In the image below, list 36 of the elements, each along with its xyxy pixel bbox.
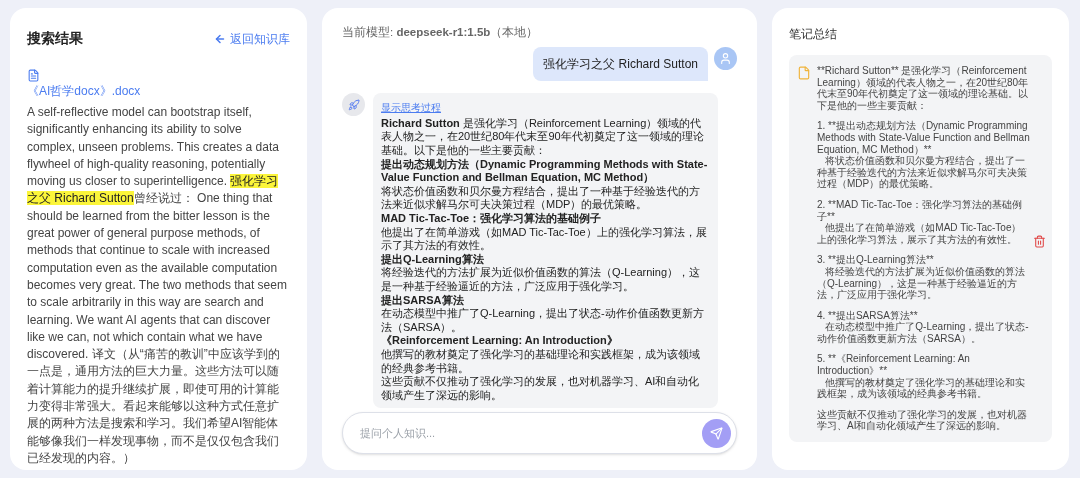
note-text: 2. **MAD Tic-Tac-Toe：强化学习算法的基础例子** 他提出了在简单游戏（如MAD Tic-Tac-Toe）上的强化学习算法，展示了其方法的有效性。: [817, 198, 1024, 246]
file-icon: [797, 66, 811, 80]
message-heading: 《Reinforcement Learning: An Introduction》: [381, 334, 619, 348]
back-link[interactable]: 返回知识库: [214, 29, 290, 48]
message-text: 他提出了在简单游戏（如MAD Tic-Tac-Toe）上的强化学习算法，展示了其方法的有效性。: [381, 225, 708, 253]
message-heading: MAD Tic-Tac-Toe：强化学习算法的基础例子: [381, 212, 602, 226]
excerpt-text: A self-reflective model can bootstrap itself, significantly enhancing its ability to solve complex, unseen problems. This creates a data flywheel of high-quality reasoning, potentially moving us closer to superintelligence. 强化学习之父 Richard Sutton曾经说过： One thing that should be learned from the bitter lesson is the great power of general purpose methods, of methods that continue to scale with increased computation even as the available computation becomes very great. The two methods that seem to scale arbitrarily in this way are search and learning. We want AI agents that can discover like we can, not which contain what we have discovered. 译文（从“痛苦的教训”中应该学到的一点是，通用方法的巨大力量。这些方法可以随着计算能力的提升继续扩展，即使可用的计算能力变得非常强大。看起来能够以这种方式任意扩展的两种方法是搜索和学习。我们希望AI智能体能够像我们一样发现事物，而不是仅仅包含我们已经发现的内容。）: [27, 104, 288, 467]
message-text: 将状态价值函数和贝尔曼方程结合，提出了一种基于经验迭代的方法来近似求解马尔可夫决策过程（MDP）的最优策略。: [381, 184, 701, 212]
message-heading: 提出SARSA算法: [381, 293, 465, 308]
message-heading: 提出动态规划方法（Dynamic Programming Methods with State-Value Function and Bellman Equation, MC Method）: [381, 157, 709, 185]
trash-icon: [1033, 235, 1046, 248]
note-text: 4. **提出SARSA算法** 在动态模型中推广了Q-Learning，提出了状态-动作价值函数更新方法（SARSA）。: [817, 309, 1030, 345]
message-text: 他撰写的教材奠定了强化学习的基础理论和实践框架，成为该领域的经典参考书籍。: [381, 347, 701, 376]
user-avatar-icon: [714, 47, 737, 71]
document-link[interactable]: 《AI哲学docx》.docx: [27, 82, 141, 100]
panel-title: 搜索结果: [27, 29, 83, 48]
note-text: 1. **提出动态规划方法（Dynamic Programming Methods with State-Value Function and Bellman Equation, MC Method）** 将状态价值函数和贝尔曼方程结合，提出了一种基于经验迭代的方法来近似求解马尔可夫决策过程（MDP）的最优策略。: [817, 120, 1030, 190]
message-heading: 提出Q-Learning算法: [381, 252, 485, 267]
question-field[interactable]: 提问个人知识...: [342, 412, 737, 454]
message-text: 将经验迭代的方法扩展为近似价值函数的算法（Q-Learning），这是一种基于经验逼近的方法，广泛应用于强化学习。: [381, 266, 702, 294]
message-text: Richard Sutton 是强化学习（Reinforcement Learning）领域的代表人物之一，在20世纪80年代末至90年代初奠定了这一领域的理论基础。以下是他的一些主要贡献：: [381, 116, 705, 158]
note-text: **Richard Sutton** 是强化学习（Reinforcement Learning）领域的代表人物之一，在20世纪80年代末至90年代初奠定了这一领域的理论基础。以下是他的一些主要贡献：: [817, 65, 1030, 112]
message-text: 在动态模型中推广了Q-Learning，提出了状态-动作价值函数更新方法（SARSA）。: [381, 307, 705, 335]
document-icon: [27, 69, 40, 82]
note-text: 5. **《Reinforcement Learning: An Introduction》** 他撰写的教材奠定了强化学习的基础理论和实践框架，成为该领域的经典参考书籍。: [817, 353, 1027, 400]
note-text: 3. **提出Q-Learning算法** 将经验迭代的方法扩展为近似价值函数的算法（Q-Learning），这是一种基于经验逼近的方法，广泛应用于强化学习。: [817, 254, 1027, 301]
rocket-icon: [342, 93, 365, 117]
show-thinking-link[interactable]: 显示思考过程: [381, 101, 441, 115]
delete-button[interactable]: [1033, 235, 1046, 248]
panel-title: 笔记总结: [789, 26, 838, 43]
user-message: 强化学习之父 Richard Sutton: [533, 47, 708, 82]
send-icon: [710, 426, 723, 440]
note-text: 这些贡献不仅推动了强化学习的发展，也对机器学习、AI和自动化领域产生了深远的影响。: [817, 408, 1028, 433]
model-label: 当前模型: deepseek-r1:1.5b（本地）: [342, 25, 540, 40]
message-text: 这些贡献不仅推动了强化学习的发展，也对机器学习、AI和自动化领域产生了深远的影响。: [381, 375, 701, 403]
arrow-left-icon: [214, 32, 226, 45]
